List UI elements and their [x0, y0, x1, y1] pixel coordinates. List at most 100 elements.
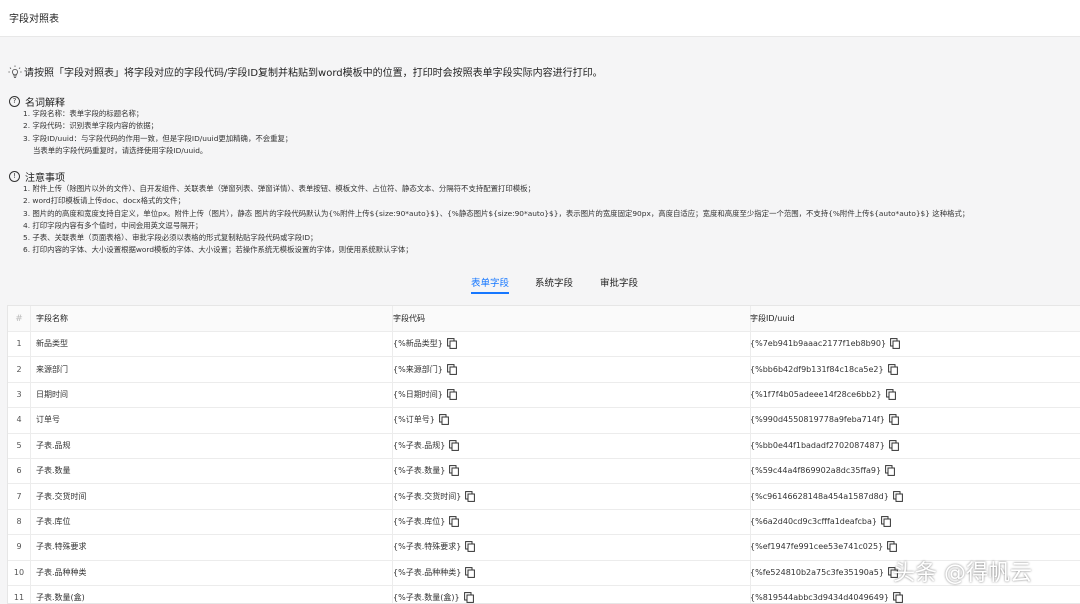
info-circle-icon: ! — [9, 171, 20, 182]
field-code-cell: {%子表.数量} — [386, 458, 751, 484]
field-code-cell: {%子表.品规} — [386, 432, 751, 458]
lightbulb-icon — [8, 64, 22, 78]
field-code: {%新品类型} — [393, 339, 443, 349]
tab-approval-fields[interactable]: 审批字段 — [600, 275, 638, 289]
field-id: {%7eb941b9aaac2177f1eb8b90} — [750, 339, 887, 349]
table-row: 6 子表.数量 {%子表.数量} {%59c44a4f869902a8dc35ffa9… — [8, 458, 1080, 485]
notes-title: 注意事项 — [25, 173, 65, 184]
copy-icon[interactable] — [446, 338, 457, 350]
field-id: {%819544abbc3d9434d4049649} — [750, 593, 890, 603]
row-index: 1 — [8, 331, 31, 357]
field-name-cell: 新品类型 — [30, 331, 393, 357]
glossary-title: 名词解释 — [25, 98, 65, 109]
field-name: 子表.数量 — [36, 466, 71, 476]
field-name-cell: 日期时间 — [30, 381, 393, 408]
copy-icon[interactable] — [465, 566, 476, 578]
copy-icon[interactable] — [888, 439, 899, 451]
table-row: 7 子表.交货时间 {%子表.交货时间} {%c96146628148a454a158… — [8, 483, 1080, 510]
note-line: 4. 打印字段内容有多个值时，中间会用英文逗号隔开； — [23, 220, 203, 230]
copy-icon[interactable] — [888, 414, 899, 426]
row-index: 9 — [8, 534, 31, 560]
index-header-label: # — [15, 313, 23, 324]
copy-icon[interactable] — [465, 490, 476, 502]
note-line: 1. 附件上传（除图片以外的文件）、自开发组件、关联表单（弹窗列表、弹窗详情）、… — [23, 184, 535, 193]
field-id-cell: {%c96146628148a454a1587d8d} — [743, 483, 1080, 508]
copy-icon[interactable] — [465, 541, 476, 553]
glossary-line: 3. 字段ID/uuid：与字段代码的作用一致，但是字段ID/uuid更加精确，… — [23, 133, 293, 143]
field-code: {%子表.品种种类} — [393, 567, 462, 577]
copy-icon[interactable] — [449, 516, 460, 527]
field-code: {%子表.库位} — [393, 516, 446, 526]
field-name: 子表.品规 — [36, 440, 71, 450]
row-index: 11 — [8, 585, 31, 603]
field-name: 订单号 — [36, 415, 60, 425]
copy-icon[interactable] — [446, 363, 457, 375]
notes-list: 1. 附件上传（除图片以外的文件）、自开发组件、关联表单（弹窗列表、弹窗详情）、… — [23, 183, 969, 257]
note-line: 2. word打印模板请上传doc、docx格式的文件； — [23, 196, 185, 206]
field-id: {%6a2d40cd9c3cfffa1deafcba} — [750, 516, 877, 526]
field-id: {%c96146628148a454a1587d8d} — [750, 491, 889, 501]
field-name: 子表.库位 — [36, 516, 71, 526]
row-index: 10 — [8, 559, 31, 585]
field-id-cell: {%bb0e44f1badadf2702087487} — [743, 433, 1080, 458]
row-index: 2 — [8, 356, 31, 382]
copy-icon[interactable] — [881, 516, 891, 527]
field-name-cell: 子表.数量(盒) — [30, 585, 393, 603]
copy-icon[interactable] — [885, 465, 895, 477]
row-index: 3 — [8, 381, 31, 408]
copy-icon[interactable] — [885, 389, 896, 400]
field-code: {%子表.品规} — [393, 440, 446, 450]
copy-icon[interactable] — [887, 363, 898, 375]
copy-icon[interactable] — [449, 465, 460, 477]
field-id: {%bb0e44f1badadf2702087487} — [750, 440, 885, 450]
field-code-cell: {%来源部门} — [386, 356, 751, 382]
field-code: {%子表.交货时间} — [393, 491, 462, 501]
copy-icon[interactable] — [892, 490, 903, 502]
column-header-id: 字段ID/uuid — [750, 314, 795, 323]
field-name: 新品类型 — [36, 339, 68, 349]
field-id: {%fe524810b2a75c3fe35190a5} — [750, 567, 884, 577]
field-id: {%bb6b42df9b131f84c18ca5e2} — [750, 364, 884, 374]
active-tab-indicator — [471, 292, 509, 294]
field-name: 子表.品种种类 — [36, 567, 87, 577]
glossary-line: 2. 字段代码：识别表单字段内容的依据； — [23, 121, 159, 131]
field-name-cell: 子表.交货时间 — [30, 483, 393, 509]
field-code: {%来源部门} — [393, 364, 443, 374]
field-name: 子表.交货时间 — [36, 491, 87, 501]
copy-icon[interactable] — [449, 439, 460, 451]
field-id-cell: {%59c44a4f869902a8dc35ffa9} — [743, 458, 1080, 483]
field-id-cell: {%1f7f4b05adeee14f28ce6bb2} — [743, 382, 1080, 407]
tab-form-fields[interactable]: 表单字段 — [471, 275, 509, 289]
table-row: 4 订单号 {%订单号} {%990d4550819778a9feba714f} — [8, 407, 1080, 434]
glossary-list: 1. 字段名称：表单字段的标题名称； 2. 字段代码：识别表单字段内容的依据； … — [23, 108, 292, 157]
copy-icon[interactable] — [438, 414, 449, 426]
field-name-cell: 订单号 — [30, 407, 393, 433]
copy-icon[interactable] — [887, 541, 898, 553]
notes-heading: ! 注意事项 — [9, 169, 65, 184]
field-code-cell: {%新品类型} — [386, 331, 751, 357]
tab-system-fields[interactable]: 系统字段 — [535, 275, 573, 289]
field-code: {%子表.数量} — [393, 466, 446, 476]
field-id-cell: {%6a2d40cd9c3cfffa1deafcba} — [743, 509, 1080, 534]
field-code-cell: {%子表.数量(盒)} — [386, 585, 751, 603]
field-name: 子表.特殊要求 — [36, 542, 87, 552]
field-code: {%子表.特殊要求} — [393, 542, 462, 552]
row-index: 4 — [8, 407, 31, 433]
note-line: 3. 图片的的高度和宽度支持自定义，单位px。附件上传（图片），静态 图片的字段… — [23, 208, 970, 218]
field-id: {%59c44a4f869902a8dc35ffa9} — [750, 466, 882, 476]
table-header-row: # 字段名称 字段代码 字段ID/uuid — [8, 306, 1080, 332]
row-index: 6 — [8, 458, 31, 484]
watermark: 头条 @得帆云 — [893, 561, 1032, 586]
field-code: {%订单号} — [393, 415, 435, 425]
note-line: 6. 打印内容的字体、大小设置根据word模板的字体、大小设置；若操作系统无模板… — [23, 245, 413, 255]
field-code-cell: {%子表.交货时间} — [386, 483, 751, 509]
table-row: 3 日期时间 {%日期时间} {%1f7f4b05adeee14f28ce6bb2} — [8, 381, 1080, 409]
column-header-index: # — [8, 306, 31, 331]
field-id-cell: {%990d4550819778a9feba714f} — [743, 407, 1080, 432]
table-row: 8 子表.库位 {%子表.库位} {%6a2d40cd9c3cfffa1deafcba… — [8, 508, 1080, 536]
note-line: 5. 子表、关联表单（页面表格）、审批字段必须以表格的形式复制粘贴字段代码或字段… — [23, 233, 318, 243]
glossary-line: 当表单的字段代码重复时，请选择使用字段ID/uuid。 — [33, 145, 208, 155]
copy-icon[interactable] — [890, 338, 900, 350]
copy-icon[interactable] — [446, 389, 457, 400]
field-name-cell: 子表.品规 — [30, 432, 393, 458]
